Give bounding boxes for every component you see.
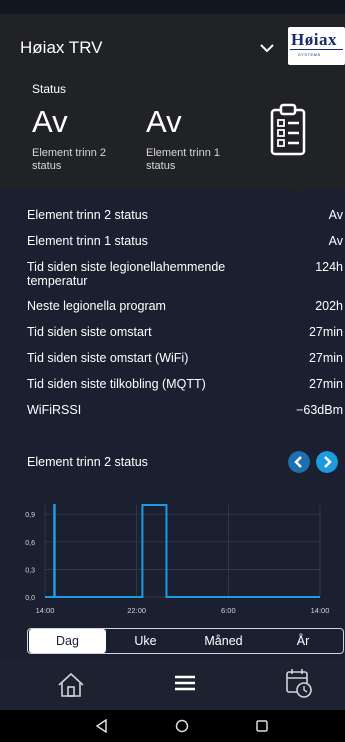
tab-maned[interactable]: Måned — [185, 629, 262, 653]
info-label: Tid siden siste omstart (WiFi) — [27, 351, 189, 365]
header-notch — [292, 188, 308, 196]
prev-arrow-icon[interactable] — [288, 451, 310, 473]
status-chart: 0,0 0,3 0,6 0,9 14:00 22:00 6:00 14:00 — [25, 504, 330, 615]
x-tick-label: 14:00 — [311, 606, 330, 615]
menu-icon[interactable] — [174, 672, 196, 694]
home-icon[interactable] — [56, 671, 86, 699]
chart-title: Element trinn 2 status — [27, 455, 148, 469]
bottom-nav — [0, 658, 345, 710]
recents-icon[interactable] — [255, 719, 269, 733]
info-label: Tid siden siste omstart — [27, 325, 152, 339]
tab-dag[interactable]: Dag — [29, 629, 106, 653]
home-circle-icon[interactable] — [175, 719, 189, 733]
info-value: Av — [328, 208, 343, 222]
app-title: Høiax TRV — [20, 38, 103, 57]
info-value: 202h — [315, 299, 343, 313]
info-value: Av — [328, 234, 343, 248]
info-label: Tid siden siste legionellahemmende tempe… — [27, 260, 226, 288]
x-tick-label: 22:00 — [127, 606, 146, 615]
info-label: Neste legionella program — [27, 299, 166, 313]
status-tile-1-label: Element trinn 2 status — [32, 147, 106, 172]
status-tile-2-value: Av — [146, 104, 182, 139]
y-tick-label: 0,0 — [25, 595, 35, 602]
info-value: 27min — [308, 377, 343, 391]
x-tick-label: 6:00 — [221, 606, 236, 615]
brand-logo: Høiax SYSTEMS — [288, 27, 345, 65]
back-icon[interactable] — [95, 719, 109, 733]
y-tick-label: 0,6 — [25, 540, 35, 547]
system-nav-bar — [0, 710, 345, 742]
y-tick-label: 0,3 — [25, 567, 35, 574]
status-bar — [0, 0, 345, 14]
info-label: Tid siden siste tilkobling (MQTT) — [27, 377, 206, 391]
y-tick-label: 0,9 — [25, 512, 35, 519]
calendar-clock-icon[interactable] — [285, 667, 313, 699]
status-section-label: Status — [32, 82, 67, 96]
info-label: WiFiRSSI — [27, 403, 82, 417]
x-tick-label: 14:00 — [36, 606, 55, 615]
clipboard-icon — [270, 103, 306, 156]
status-tile-2-label: Element trinn 1 status — [146, 147, 220, 172]
info-value: 27min — [308, 325, 343, 339]
info-value: −63dBm — [296, 403, 343, 417]
info-value: 27min — [308, 351, 343, 365]
period-tabs: Dag Uke Måned År — [27, 628, 344, 654]
info-label: Element trinn 2 status — [27, 208, 148, 222]
series-line — [45, 504, 320, 598]
tab-uke[interactable]: Uke — [107, 629, 184, 653]
next-arrow-icon[interactable] — [316, 451, 338, 473]
info-value: 124h — [315, 260, 343, 274]
info-label: Element trinn 1 status — [27, 234, 148, 248]
chevron-down-icon[interactable] — [257, 40, 277, 56]
status-tile-1-value: Av — [32, 104, 68, 139]
tab-ar[interactable]: År — [263, 629, 343, 653]
